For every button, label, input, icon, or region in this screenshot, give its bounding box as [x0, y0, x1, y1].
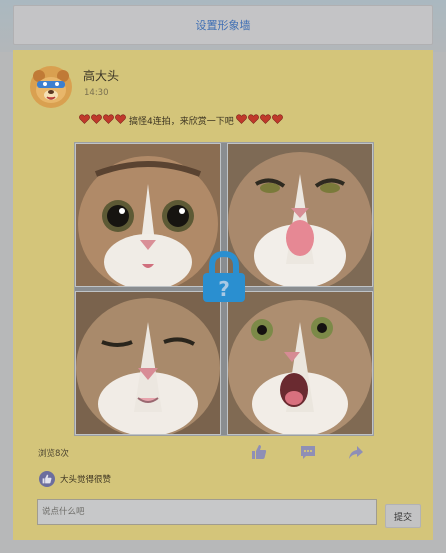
submit-button[interactable]: 提交 [385, 504, 421, 528]
lock-question-icon[interactable]: ? [199, 251, 249, 303]
heart-icon [103, 114, 114, 124]
setup-image-wall-button[interactable]: 设置形象墙 [13, 5, 433, 45]
photo-cat-wink[interactable] [75, 291, 221, 435]
avatar[interactable] [28, 63, 74, 109]
share-icon[interactable] [348, 444, 364, 460]
heart-icon [259, 114, 271, 124]
svg-text:?: ? [218, 277, 230, 301]
hearts-before [79, 114, 127, 127]
setup-image-wall-label: 设置形象墙 [195, 19, 251, 32]
heart-icon [115, 114, 126, 124]
likes-row: 大头觉得很赞 [39, 471, 111, 487]
heart-icon [79, 114, 90, 124]
caption-text: 搞怪4连拍，来欣赏一下吧 [129, 117, 234, 127]
comment-input[interactable] [37, 499, 377, 525]
heart-icon [235, 114, 247, 124]
post-time: 14:30 [84, 88, 109, 98]
heart-icon [247, 114, 259, 124]
post-card: 高大头 14:30 搞怪4连拍，来欣赏一下吧 ? 浏览8次 大头觉得很赞 说点什… [13, 50, 433, 540]
view-count: 浏览8次 [38, 449, 69, 459]
comment-icon[interactable] [300, 444, 316, 460]
heart-icon [91, 114, 102, 124]
post-caption: 搞怪4连拍，来欣赏一下吧 [79, 114, 284, 127]
photo-cat-open-mouth[interactable] [227, 291, 373, 435]
likes-text: 大头觉得很赞 [60, 475, 112, 485]
liked-thumbs-up-icon [39, 471, 55, 487]
heart-icon [271, 114, 283, 124]
post-username[interactable]: 高大头 [83, 67, 119, 84]
submit-label: 提交 [393, 512, 412, 523]
thumbs-up-icon[interactable] [251, 444, 267, 460]
hearts-after [235, 114, 284, 127]
